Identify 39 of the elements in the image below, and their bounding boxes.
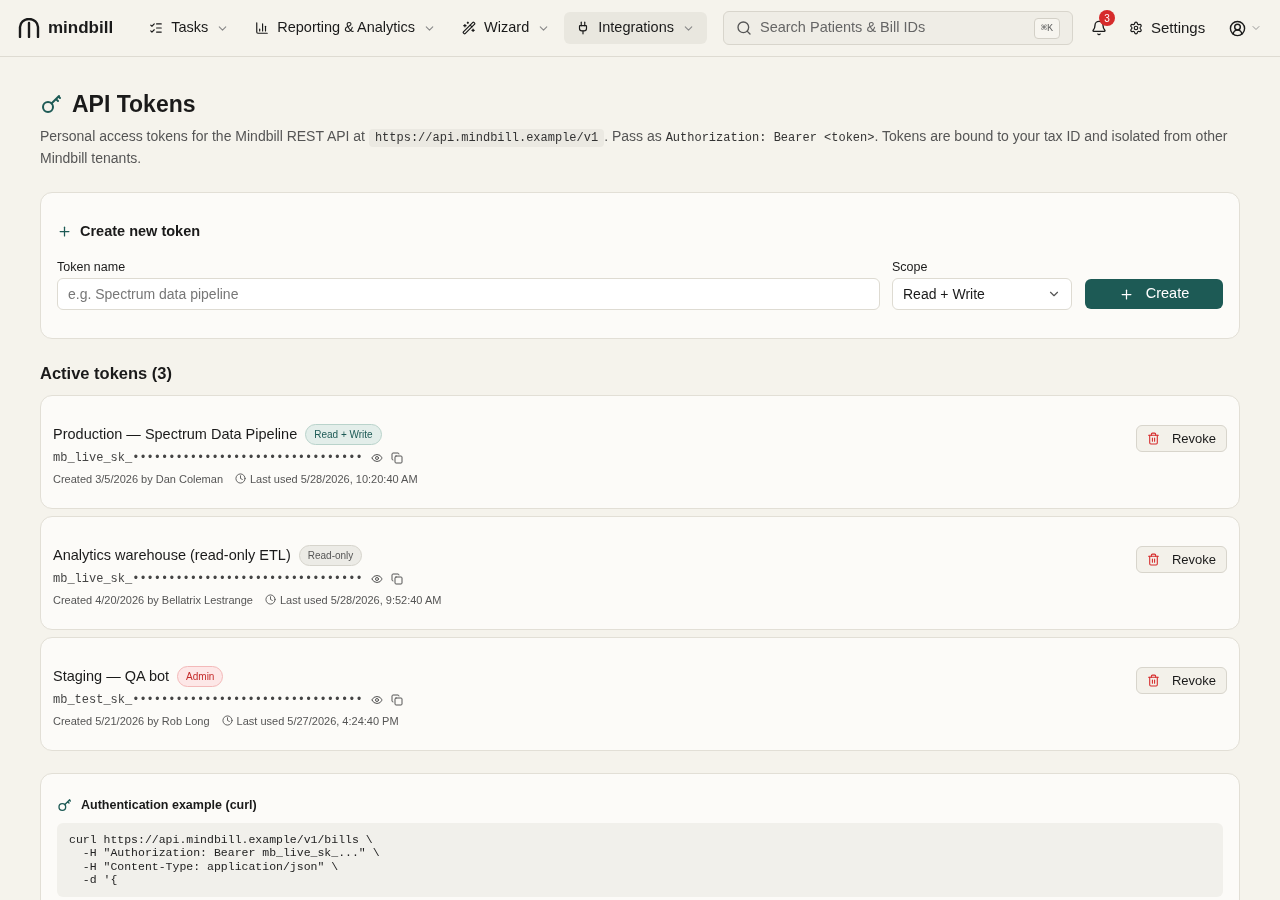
token-name: Staging — QA bot xyxy=(53,666,170,686)
nav-menu-item[interactable]: Reporting & Analytics xyxy=(243,12,449,44)
created-info: Created 4/20/2026 by Bellatrix Lestrange xyxy=(53,592,253,608)
scope-badge: Admin xyxy=(177,666,224,688)
created-info: Created 3/5/2026 by Dan Coleman xyxy=(53,471,223,487)
section-heading: Active tokens (3) xyxy=(40,363,174,384)
scope-dropdown[interactable]: Read + Write xyxy=(892,278,1072,310)
token-key: mb_live_sk_•••••••••••••••••••••••••••••••• xyxy=(53,569,363,588)
brand-name: mindbill xyxy=(48,17,114,40)
scope-badge: Read + Write xyxy=(305,424,382,446)
nav-menu-item[interactable]: Wizard xyxy=(450,12,563,44)
scope-badge: Read-only xyxy=(298,545,363,567)
created-info: Created 5/21/2026 by Rob Long xyxy=(53,713,210,729)
notification-count: 3 xyxy=(1099,10,1115,26)
code-block: curl https://api.mindbill.example/v1/bills \ -H "Authorization: Bearer mb_live_sk_..." \ -H "Content-Type: application/json" \ -d '{ xyxy=(57,822,1223,897)
search-bar[interactable]: Search Patients & Bill IDs ⌘K xyxy=(723,11,1073,45)
field-label: Token name xyxy=(57,259,127,277)
revoke-button[interactable]: Revoke xyxy=(1135,666,1227,694)
create-button[interactable]: Create xyxy=(1085,279,1223,309)
token-name: Analytics warehouse (read-only ETL) xyxy=(53,545,291,565)
card-title: Authentication example (curl) xyxy=(81,796,257,814)
field-label: Scope xyxy=(892,259,929,277)
token-key: mb_test_sk_•••••••••••••••••••••••••••••••• xyxy=(53,690,363,709)
revoke-button[interactable]: Revoke xyxy=(1135,424,1227,452)
last-used-info: Last used 5/27/2026, 4:24:40 PM xyxy=(236,713,399,729)
search-input[interactable]: Search Patients & Bill IDs xyxy=(760,17,1026,39)
last-used-info: Last used 5/28/2026, 9:52:40 AM xyxy=(279,592,442,608)
token-name: Production — Spectrum Data Pipeline xyxy=(53,424,298,444)
card-title: Create new token xyxy=(80,221,201,241)
nav-menu-item[interactable]: Tasks xyxy=(137,12,242,44)
revoke-button[interactable]: Revoke xyxy=(1135,545,1227,573)
last-used-info: Last used 5/28/2026, 10:20:40 AM xyxy=(250,471,418,487)
notifications-button[interactable]: 3 xyxy=(1083,10,1115,46)
page-title: API Tokens xyxy=(72,90,196,119)
settings-button[interactable]: Settings xyxy=(1129,16,1206,40)
token-name-field[interactable]: e.g. Spectrum data pipeline xyxy=(57,278,880,310)
token-key: mb_live_sk_•••••••••••••••••••••••••••••••• xyxy=(53,448,363,467)
shortcut-key: ⌘K xyxy=(1033,17,1060,39)
nav-menu-item[interactable]: Integrations xyxy=(564,12,707,44)
